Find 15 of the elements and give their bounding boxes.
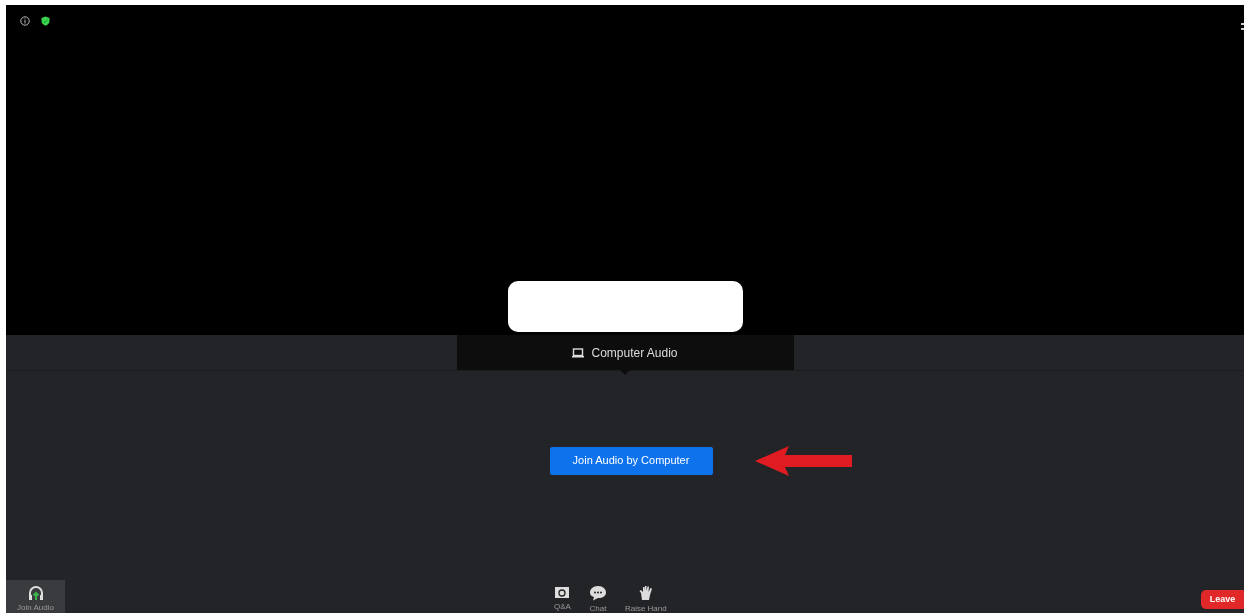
hand-icon: [637, 585, 654, 601]
toolbar-button[interactable]: Chat: [588, 585, 607, 613]
toolbar-button[interactable]: Q&A: [554, 585, 571, 613]
tab-pointer-icon: [620, 370, 630, 375]
shield-icon[interactable]: [41, 16, 50, 26]
join-audio-button[interactable]: Join Audio: [6, 580, 65, 613]
headphones-icon: [26, 584, 45, 602]
toolbar-button[interactable]: Raise Hand: [624, 585, 667, 613]
chat-icon: [588, 585, 607, 601]
laptop-icon: [572, 347, 585, 358]
join-audio-button[interactable]: Join Audio by Computer: [549, 446, 713, 475]
leave-button[interactable]: Leave: [1201, 590, 1244, 609]
dots-icon[interactable]: [1241, 23, 1244, 30]
info-icon[interactable]: [20, 16, 30, 26]
qa-icon: [554, 585, 571, 599]
